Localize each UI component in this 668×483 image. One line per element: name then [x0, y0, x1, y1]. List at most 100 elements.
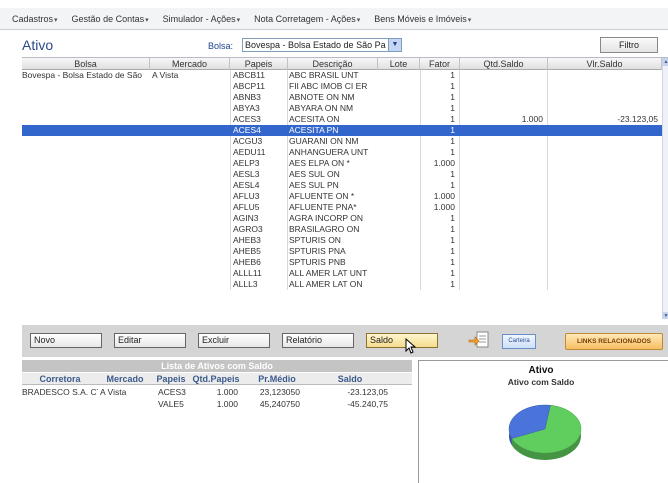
table-row[interactable]: ACES3 ACESITA ON 1 1.000 -23.123,05	[22, 114, 662, 125]
filter-button[interactable]: Filtro	[600, 37, 658, 53]
bolsa-select[interactable]: Bovespa - Bolsa Estado de São Pa ▼	[242, 38, 402, 52]
table-row[interactable]: AELP3 AES ELPA ON * 1.000	[22, 158, 662, 169]
cell-papel: AFLU3	[230, 191, 288, 202]
table-row[interactable]: ABYA3 ABYARA ON NM 1	[22, 103, 662, 114]
saldo-col-mercado[interactable]: Mercado	[98, 373, 152, 385]
table-row[interactable]: AHEB3 SPTURIS ON 1	[22, 235, 662, 246]
col-header-lote[interactable]: Lote	[378, 58, 420, 70]
col-header-vlr-saldo[interactable]: Vlr.Saldo	[548, 58, 662, 70]
cell-descricao: ALL AMER LAT UNT	[289, 268, 368, 278]
page-title: Ativo	[22, 37, 54, 53]
cell-lote	[378, 81, 420, 92]
col-header-mercado[interactable]: Mercado	[150, 58, 230, 70]
cell-bolsa	[22, 103, 150, 114]
saldo-col-saldo[interactable]: Saldo	[310, 373, 390, 385]
cell-qtd-saldo	[460, 268, 548, 279]
cell-descricao: AFLUENTE PNA*	[289, 202, 357, 212]
cell-papel: AGRO3	[230, 224, 288, 235]
novo-button[interactable]: Novo	[30, 333, 102, 348]
cell-mercado	[150, 103, 230, 114]
menu-bens[interactable]: Bens Móveis e Imóveis▾	[374, 14, 471, 24]
table-row[interactable]: AEDU11 ANHANGUERA UNT 1	[22, 147, 662, 158]
excluir-button[interactable]: Excluir	[198, 333, 270, 348]
pie-chart	[508, 404, 582, 460]
export-icon[interactable]	[468, 330, 490, 350]
table-row[interactable]: AHEB6 SPTURIS PNB 1	[22, 257, 662, 268]
carteira-button[interactable]: Carteira	[502, 334, 536, 349]
saldo-cell-corretora	[22, 398, 98, 410]
table-row[interactable]: ACGU3 GUARANI ON NM 1	[22, 136, 662, 147]
table-row[interactable]: AGIN3 AGRA INCORP ON 1	[22, 213, 662, 224]
saldo-col-qtd[interactable]: Qtd.Papeis	[188, 373, 244, 385]
scroll-up-icon[interactable]: ▲	[663, 58, 668, 66]
saldo-col-pr-medio[interactable]: Pr.Médio	[244, 373, 310, 385]
cell-mercado	[150, 268, 230, 279]
cell-lote	[378, 279, 420, 290]
grid-scrollbar[interactable]: ▲ ▼	[662, 58, 668, 319]
cell-papel: ABCB11	[230, 70, 288, 81]
cell-papel: AEDU11	[230, 147, 288, 158]
table-row[interactable]: AHEB5 SPTURIS PNA 1	[22, 246, 662, 257]
table-row[interactable]: AESL4 AES SUL PN 1	[22, 180, 662, 191]
saldo-cell-papel: ACES3	[158, 387, 186, 397]
cell-lote	[378, 202, 420, 213]
table-row[interactable]: ALLL11 ALL AMER LAT UNT 1	[22, 268, 662, 279]
cell-vlr-saldo	[548, 224, 662, 235]
cell-descricao: AES SUL ON	[289, 169, 340, 179]
grid-header: Bolsa Mercado Papeis Descrição Lote Fato…	[22, 58, 662, 70]
cell-papel: ABNB3	[230, 92, 288, 103]
menu-cadastros[interactable]: Cadastros▾	[12, 14, 58, 24]
menu-nota-corretagem[interactable]: Nota Corretagem - Ações▾	[254, 14, 360, 24]
table-row[interactable]: AFLU5 AFLUENTE PNA* 1.000	[22, 202, 662, 213]
table-row[interactable]: ABNB3 ABNOTE ON NM 1	[22, 92, 662, 103]
cell-mercado	[150, 180, 230, 191]
chevron-down-icon[interactable]: ▼	[388, 39, 401, 51]
cell-papel: ACES3	[230, 114, 288, 125]
table-row[interactable]: AFLU3 AFLUENTE ON * 1.000	[22, 191, 662, 202]
cell-papel: ALLL11	[230, 268, 288, 279]
menu-simulador[interactable]: Simulador - Ações▾	[163, 14, 241, 24]
table-row[interactable]: Bovespa - Bolsa Estado de São A Vista ABCB…	[22, 70, 662, 81]
table-row[interactable]: ALLL3 ALL AMER LAT ON 1	[22, 279, 662, 290]
cell-bolsa	[22, 169, 150, 180]
saldo-col-papeis[interactable]: Papeis	[152, 373, 190, 385]
cell-vlr-saldo	[548, 136, 662, 147]
cell-descricao: ALL AMER LAT ON	[289, 279, 363, 289]
relatorio-button[interactable]: Relatório	[282, 333, 354, 348]
cell-descricao: AES ELPA ON *	[289, 158, 350, 168]
table-row[interactable]: ABCP11 FII ABC IMOB CI ER 1	[22, 81, 662, 92]
col-header-papeis[interactable]: Papeis	[230, 58, 288, 70]
cell-lote	[378, 125, 420, 136]
col-header-qtd-saldo[interactable]: Qtd.Saldo	[460, 58, 548, 70]
saldo-col-corretora[interactable]: Corretora	[22, 373, 98, 385]
cell-papel: AGIN3	[230, 213, 288, 224]
col-header-descricao[interactable]: Descrição	[288, 58, 378, 70]
grid-body: Bovespa - Bolsa Estado de São A Vista ABCB…	[22, 70, 662, 290]
cell-lote	[378, 169, 420, 180]
saldo-row[interactable]: BRADESCO S.A. CT A Vista ACES3 1.000 23,…	[22, 386, 412, 398]
cell-bolsa	[22, 92, 150, 103]
table-row[interactable]: AGRO3 BRASILAGRO ON 1	[22, 224, 662, 235]
cell-descricao: FII ABC IMOB CI ER	[289, 81, 368, 91]
col-header-fator[interactable]: Fator	[420, 58, 460, 70]
table-row[interactable]: AESL3 AES SUL ON 1	[22, 169, 662, 180]
links-relacionados-button[interactable]: LINKS RELACIONADOS	[565, 333, 663, 350]
cell-vlr-saldo	[548, 202, 662, 213]
saldo-list-header: Corretora Mercado Papeis Qtd.Papeis Pr.M…	[22, 373, 412, 385]
saldo-cell-saldo: -23.123,05	[347, 387, 388, 397]
cell-qtd-saldo	[460, 279, 548, 290]
saldo-row[interactable]: VALE5 1.000 45,240750 -45.240,75	[22, 398, 412, 410]
cell-qtd-saldo	[460, 158, 548, 169]
editar-button[interactable]: Editar	[114, 333, 186, 348]
cell-fator: 1	[420, 114, 460, 125]
menu-gestao-contas[interactable]: Gestão de Contas▾	[72, 14, 149, 24]
saldo-button[interactable]: Saldo	[366, 333, 438, 348]
cell-lote	[378, 158, 420, 169]
cell-descricao: ACESITA PN	[289, 125, 339, 135]
col-header-bolsa[interactable]: Bolsa	[22, 58, 150, 70]
table-row[interactable]: ACES4 ACESITA PN 1	[22, 125, 662, 136]
scroll-down-icon[interactable]: ▼	[663, 312, 668, 319]
chevron-down-icon: ▾	[467, 16, 472, 24]
cell-qtd-saldo	[460, 169, 548, 180]
cell-papel: ABCP11	[230, 81, 288, 92]
